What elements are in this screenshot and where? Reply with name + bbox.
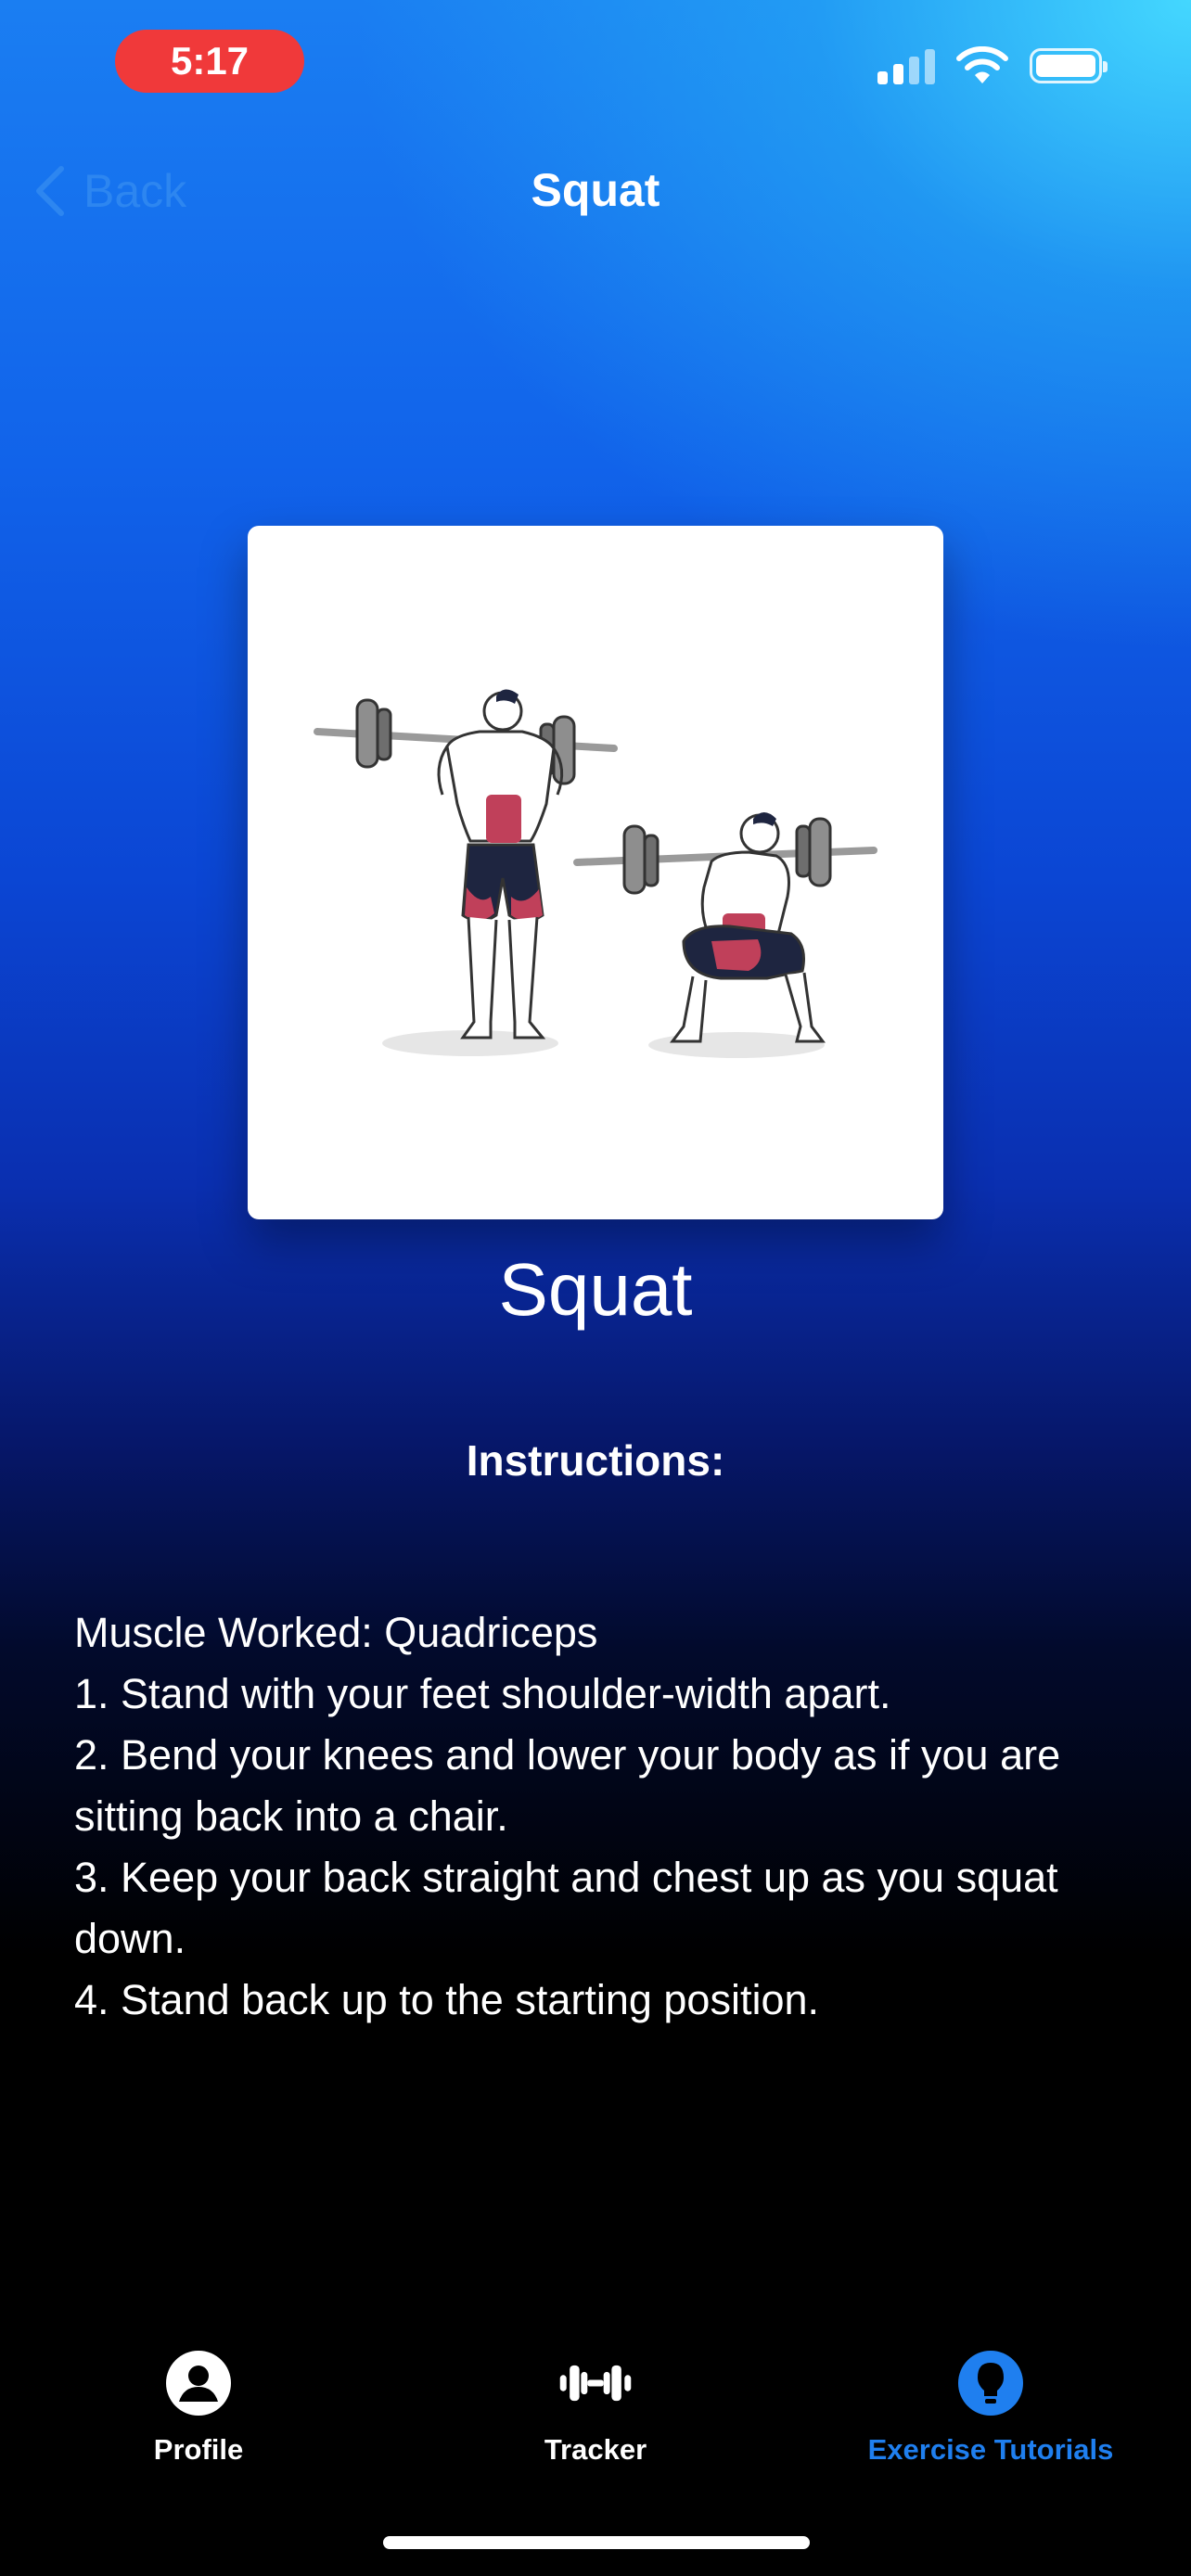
instruction-step: 4. Stand back up to the starting positio… (74, 1976, 820, 2023)
exercise-image (248, 526, 943, 1219)
wifi-icon (956, 46, 1008, 83)
tab-profile[interactable]: Profile (41, 2346, 356, 2467)
instruction-step: 1. Stand with your feet shoulder-width a… (74, 1670, 891, 1717)
tab-label: Profile (153, 2433, 244, 2466)
tab-exercise-tutorials[interactable]: Exercise Tutorials (833, 2346, 1148, 2467)
status-time[interactable]: 5:17 (115, 30, 304, 93)
instruction-step: 2. Bend your knees and lower your body a… (74, 1731, 1061, 1840)
cellular-signal-icon (877, 47, 935, 84)
squat-illustration (314, 689, 877, 1058)
tab-tracker[interactable]: Tracker (438, 2346, 753, 2467)
tab-label: Tracker (544, 2433, 647, 2466)
instruction-step: 3. Keep your back straight and chest up … (74, 1854, 1058, 1962)
instructions-heading: Instructions: (466, 1436, 725, 1485)
tab-bar: Profile Tracker Exercise Tutorials (0, 2346, 1191, 2494)
status-bar: 5:17 (0, 0, 1191, 121)
page-title: Squat (531, 164, 660, 216)
lightbulb-icon (954, 2346, 1028, 2420)
person-circle-icon (161, 2346, 236, 2420)
dumbbell-icon (558, 2346, 633, 2420)
home-indicator (383, 2536, 810, 2549)
exercise-name: Squat (498, 1248, 693, 1331)
instructions-text: Muscle Worked: Quadriceps 1. Stand with … (74, 1602, 1132, 2031)
muscle-worked-line: Muscle Worked: Quadriceps (74, 1609, 598, 1656)
tab-label: Exercise Tutorials (867, 2433, 1114, 2466)
status-icons (877, 46, 1108, 85)
battery-icon (1030, 48, 1108, 83)
